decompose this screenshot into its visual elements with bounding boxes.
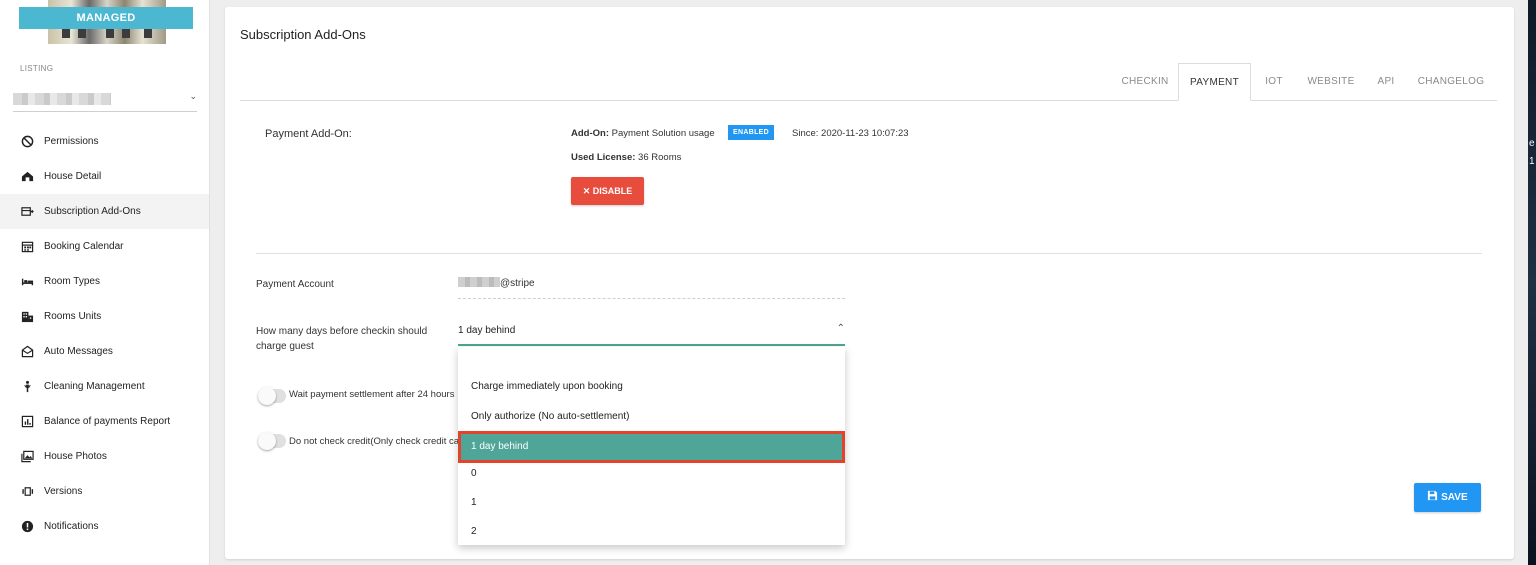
page-title: Subscription Add-Ons <box>240 27 366 42</box>
license-value: 36 Rooms <box>635 152 682 163</box>
sidebar-item-cleaning-management[interactable]: Cleaning Management <box>0 369 209 404</box>
sidebar-item-versions[interactable]: Versions <box>0 474 209 509</box>
sidebar-item-label: Balance of payments Report <box>44 416 171 427</box>
payment-addon-label: Payment Add-On: <box>265 128 352 140</box>
charge-days-label-line1: How many days before checkin should <box>256 326 428 337</box>
background-window-edge <box>1528 0 1536 565</box>
save-icon <box>1427 490 1441 503</box>
dropdown-option[interactable]: 1 <box>458 489 845 517</box>
versions-icon <box>20 485 34 499</box>
sidebar-item-label: House Detail <box>44 171 102 182</box>
alert-icon <box>20 520 34 534</box>
sidebar-item-label: Cleaning Management <box>44 381 145 392</box>
addon-value: Payment Solution usage <box>609 128 715 139</box>
chevron-down-icon: ⌄ <box>189 91 197 101</box>
sidebar-item-label: House Photos <box>44 451 107 462</box>
charge-days-select[interactable]: 1 day behind ⌃ <box>458 320 845 346</box>
listing-select[interactable]: ⌄ <box>13 88 197 112</box>
edge-char: 1 <box>1529 156 1535 167</box>
sidebar: MANAGED LISTING ⌄ Permissions House Deta… <box>0 0 210 565</box>
dropdown-option[interactable]: 0 <box>458 460 845 488</box>
section-divider <box>256 253 1482 254</box>
sidebar-item-label: Rooms Units <box>44 311 102 322</box>
charge-days-label-line2: charge guest <box>256 341 314 352</box>
license-key: Used License: <box>571 152 636 163</box>
calendar-icon <box>20 240 34 254</box>
wait-settlement-label: Wait payment settlement after 24 hours <box>289 389 455 400</box>
tab-iot[interactable]: IOT <box>1252 63 1296 101</box>
sidebar-item-label: Versions <box>44 486 83 497</box>
sidebar-item-balance-report[interactable]: Balance of payments Report <box>0 404 209 439</box>
no-credit-check-toggle[interactable] <box>258 432 286 450</box>
close-icon: ✕ <box>582 186 593 196</box>
charge-days-label: How many days before checkin should char… <box>256 324 427 354</box>
tab-payment[interactable]: PAYMENT <box>1178 63 1251 101</box>
disable-button[interactable]: ✕ DISABLE <box>571 177 644 205</box>
edge-char: e <box>1529 138 1535 149</box>
wait-settlement-toggle[interactable] <box>258 387 286 405</box>
dropdown-option-selected[interactable]: 1 day behind <box>458 431 845 463</box>
sidebar-item-house-photos[interactable]: House Photos <box>0 439 209 474</box>
listing-label: LISTING <box>20 64 54 73</box>
block-icon <box>20 135 34 149</box>
tab-bar: CHECKIN PAYMENT IOT WEBSITE API CHANGELO… <box>240 63 1497 101</box>
subscription-card: Subscription Add-Ons CHECKIN PAYMENT IOT… <box>225 7 1514 559</box>
save-label: SAVE <box>1441 492 1468 503</box>
sidebar-item-rooms-units[interactable]: Rooms Units <box>0 299 209 334</box>
sidebar-item-room-types[interactable]: Room Types <box>0 264 209 299</box>
addon-info: Add-On: Payment Solution usage <box>571 128 715 139</box>
disable-label: DISABLE <box>592 186 633 196</box>
dropdown-option[interactable]: Only authorize (No auto-settlement) <box>458 403 845 431</box>
dropdown-option[interactable]: 2 <box>458 518 845 545</box>
sidebar-item-label: Auto Messages <box>44 346 113 357</box>
chevron-up-icon: ⌃ <box>836 323 845 334</box>
payment-account-field: @stripe <box>458 274 845 299</box>
listing-name-blurred <box>13 93 111 105</box>
addon-since: Since: 2020-11-23 10:07:23 <box>792 128 909 139</box>
photos-icon <box>20 450 34 464</box>
tab-checkin[interactable]: CHECKIN <box>1110 63 1180 101</box>
charge-days-selected: 1 day behind <box>458 325 516 336</box>
subscription-icon <box>20 205 34 219</box>
sidebar-item-label: Booking Calendar <box>44 241 124 252</box>
sidebar-item-label: Room Types <box>44 276 100 287</box>
dropdown-option[interactable]: Charge immediately upon booking <box>458 373 845 401</box>
sidebar-item-auto-messages[interactable]: Auto Messages <box>0 334 209 369</box>
person-icon <box>20 380 34 394</box>
addon-key: Add-On: <box>571 128 609 139</box>
building-icon <box>20 310 34 324</box>
house-icon <box>20 170 34 184</box>
sidebar-item-house-detail[interactable]: House Detail <box>0 159 209 194</box>
sidebar-item-permissions[interactable]: Permissions <box>0 124 209 159</box>
status-badge: ENABLED <box>728 125 774 140</box>
managed-badge: MANAGED <box>19 7 193 29</box>
account-value: @stripe <box>500 278 535 289</box>
sidebar-item-notifications[interactable]: Notifications <box>0 509 209 544</box>
sidebar-nav: Permissions House Detail Subscription Ad… <box>0 124 209 544</box>
payment-account-label: Payment Account <box>256 279 334 290</box>
tab-website[interactable]: WEBSITE <box>1298 63 1364 101</box>
sidebar-item-subscription-add-ons[interactable]: Subscription Add-Ons <box>0 194 209 229</box>
sidebar-item-label: Permissions <box>44 136 99 147</box>
sidebar-item-label: Notifications <box>44 521 99 532</box>
report-icon <box>20 415 34 429</box>
tab-changelog[interactable]: CHANGELOG <box>1408 63 1494 101</box>
tab-api[interactable]: API <box>1366 63 1406 101</box>
license-info: Used License: 36 Rooms <box>571 152 681 163</box>
bed-icon <box>20 275 34 289</box>
mail-icon <box>20 345 34 359</box>
sidebar-item-label: Subscription Add-Ons <box>44 206 141 217</box>
charge-days-dropdown: Charge immediately upon booking Only aut… <box>458 347 845 545</box>
save-button[interactable]: SAVE <box>1414 483 1481 512</box>
account-name-blurred <box>458 277 500 287</box>
sidebar-item-booking-calendar[interactable]: Booking Calendar <box>0 229 209 264</box>
no-credit-check-label: Do not check credit(Only check credit ca <box>289 436 460 447</box>
